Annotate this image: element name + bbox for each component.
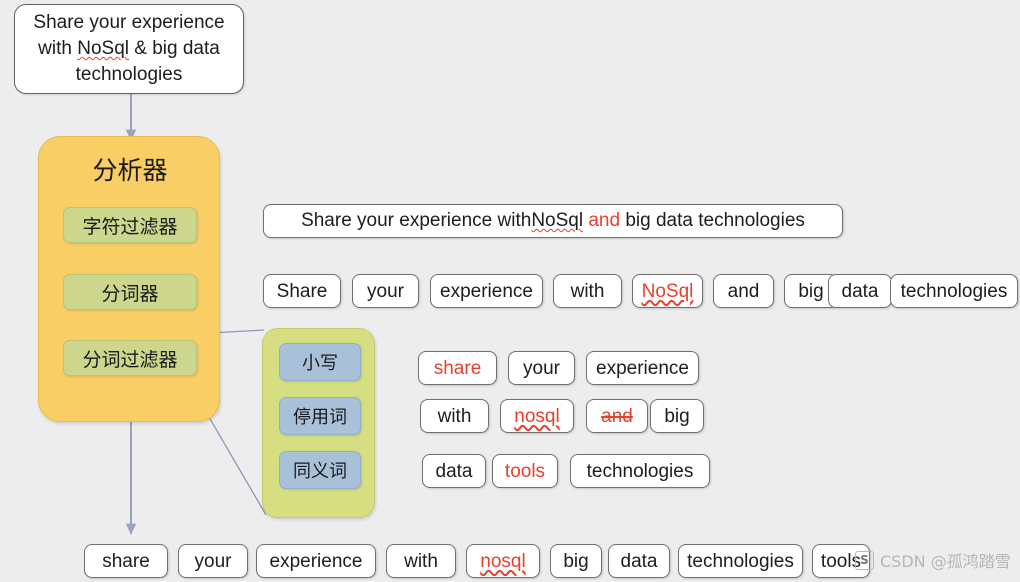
source-line-2-term: NoSql xyxy=(77,37,129,59)
token-raw-chip[interactable]: experience xyxy=(430,274,543,308)
source-line-2-post: & big data xyxy=(128,37,220,59)
token-output-chip[interactable]: nosql xyxy=(466,544,540,578)
token-output-chip[interactable]: with xyxy=(386,544,456,578)
token-filtered-chip[interactable]: share xyxy=(418,351,497,385)
token-filtered-chip[interactable]: data xyxy=(422,454,486,488)
token-filtered-chip[interactable]: tools xyxy=(492,454,558,488)
source-line-1: Share your experience xyxy=(33,11,225,33)
source-line-2-pre: with xyxy=(38,37,78,59)
csdn-badge-icon: S xyxy=(855,550,874,570)
token-filtered-chip[interactable]: with xyxy=(420,399,489,433)
token-raw-chip[interactable]: NoSql xyxy=(632,274,703,308)
sentence-stopword-and: and xyxy=(588,210,621,231)
sentence-post: big data technologies xyxy=(625,210,805,231)
token-filtered-chip[interactable]: your xyxy=(508,351,575,385)
token-filter-panel: 小写 停用词 同义词 xyxy=(262,328,375,518)
sentence-strip: Share your experience with NoSql and big… xyxy=(263,204,843,238)
stage-char-filter[interactable]: 字符过滤器 xyxy=(63,207,197,243)
sentence-nosql-term: NoSql xyxy=(531,210,584,231)
sentence-pre: Share your experience with xyxy=(301,210,532,231)
watermark: S CSDN @孤鸿踏雪 xyxy=(855,548,1011,572)
analyzer-panel: 分析器 字符过滤器 分词器 分词过滤器 xyxy=(38,136,220,422)
subfilter-lowercase[interactable]: 小写 xyxy=(279,343,361,381)
token-output-chip[interactable]: technologies xyxy=(678,544,803,578)
stage-tokenizer[interactable]: 分词器 xyxy=(63,274,197,310)
token-filtered-chip[interactable]: and xyxy=(586,399,648,433)
stage-token-filter[interactable]: 分词过滤器 xyxy=(63,340,197,376)
token-output-chip[interactable]: share xyxy=(84,544,168,578)
token-output-chip[interactable]: your xyxy=(178,544,248,578)
token-output-chip[interactable]: big xyxy=(550,544,602,578)
watermark-text: CSDN @孤鸿踏雪 xyxy=(880,552,1011,571)
token-raw-chip[interactable]: Share xyxy=(263,274,341,308)
subfilter-synonym[interactable]: 同义词 xyxy=(279,451,361,489)
token-raw-chip[interactable]: your xyxy=(352,274,419,308)
token-output-chip[interactable]: experience xyxy=(256,544,376,578)
token-filtered-chip[interactable]: nosql xyxy=(500,399,574,433)
token-filtered-chip[interactable]: technologies xyxy=(570,454,710,488)
token-filtered-chip[interactable]: big xyxy=(650,399,704,433)
token-raw-chip[interactable]: data xyxy=(828,274,892,308)
token-raw-chip[interactable]: technologies xyxy=(890,274,1018,308)
source-text-box: Share your experience with NoSql & big d… xyxy=(14,4,244,94)
diagram-canvas: Share your experience with NoSql & big d… xyxy=(0,0,1020,582)
token-filtered-chip[interactable]: experience xyxy=(586,351,699,385)
token-output-chip[interactable]: data xyxy=(608,544,670,578)
token-raw-chip[interactable]: and xyxy=(713,274,774,308)
source-line-3: technologies xyxy=(75,64,183,86)
subfilter-stopword[interactable]: 停用词 xyxy=(279,397,361,435)
analyzer-title: 分析器 xyxy=(92,156,168,185)
token-raw-chip[interactable]: with xyxy=(553,274,622,308)
